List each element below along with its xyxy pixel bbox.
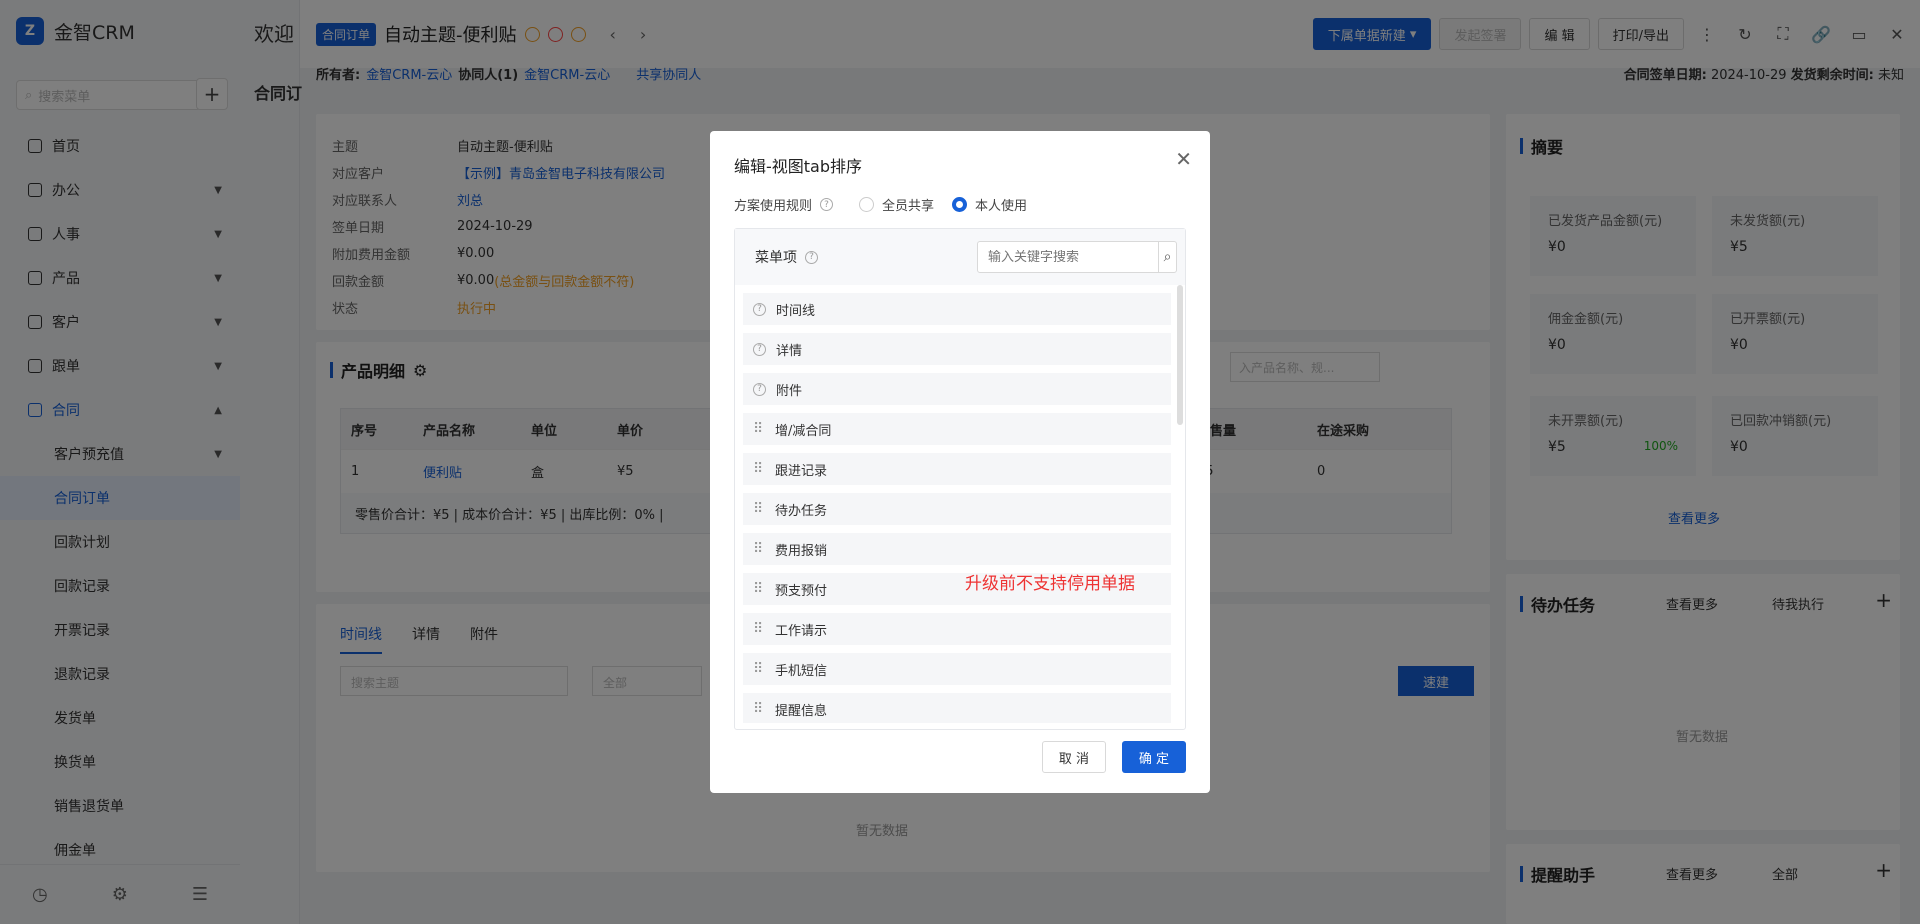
list-item-fixed: ? 详情 [743,333,1171,365]
menu-items-box: 菜单项 ? ⌕ ? 时间线 ? 详情 ? 附件 ⠿ 增/减合同 ⠿ 跟进记录 ⠿ 待办任务 … [734,228,1186,730]
menu-item-label: 预支预付 [775,583,828,599]
help-icon: ? [753,342,766,356]
app: Z 金智CRM ⌕搜索菜单 + 首页 办公▼ 人事▼ 产品▼ 客户▼ 跟单▼ 合… [0,0,1920,924]
list-item-fixed: ? 附件 [743,373,1171,405]
tab-sort-modal: 编辑-视图tab排序 ✕ 方案使用规则 ? 全员共享 本人使用 菜单项 ? ⌕ … [710,131,1210,793]
menu-item-label: 详情 [776,343,803,359]
drag-handle-icon[interactable]: ⠿ [753,501,765,517]
help-icon: ? [820,198,834,211]
cancel-button[interactable]: 取 消 [1042,741,1106,773]
radio-self-use-label[interactable]: 本人使用 [975,195,1027,214]
menu-item-label: 时间线 [776,303,816,319]
drag-handle-icon[interactable]: ⠿ [753,661,765,677]
confirm-button[interactable]: 确 定 [1122,741,1186,773]
list-item-fixed: ? 时间线 [743,293,1171,325]
list-item[interactable]: ⠿ 跟进记录 [743,453,1171,485]
drag-handle-icon[interactable]: ⠿ [753,621,765,637]
list-item[interactable]: ⠿ 费用报销 [743,533,1171,565]
menu-item-label: 跟进记录 [775,463,828,479]
menu-scrollbar[interactable] [1177,285,1183,425]
warning-text: 升级前不支持停用单据 [965,574,1135,594]
usage-rule-row: 方案使用规则 ? 全员共享 本人使用 [734,195,1027,214]
menu-list: ? 时间线 ? 详情 ? 附件 ⠿ 增/减合同 ⠿ 跟进记录 ⠿ 待办任务 ⠿ 费用报销 ⠿ 预… [743,293,1171,723]
radio-all-share-label[interactable]: 全员共享 [882,195,934,214]
list-item[interactable]: ⠿ 手机短信 [743,653,1171,685]
close-icon[interactable]: ✕ [1175,147,1192,171]
menu-item-label: 工作请示 [775,623,828,639]
menu-item-label: 提醒信息 [775,703,828,719]
menu-item-label: 手机短信 [775,663,828,679]
menu-label: 菜单项 [755,250,797,266]
drag-handle-icon[interactable]: ⠿ [753,581,765,597]
radio-self-use[interactable] [952,197,968,212]
search-icon[interactable]: ⌕ [1158,242,1176,272]
modal-title: 编辑-视图tab排序 [734,157,863,176]
list-item[interactable]: ⠿ 工作请示 [743,613,1171,645]
menu-item-label: 附件 [776,383,803,399]
usage-rule-label: 方案使用规则 [734,199,813,214]
menu-search: ⌕ [977,241,1177,273]
menu-search-input[interactable] [978,249,1158,265]
help-icon: ? [753,302,766,316]
menu-item-label: 增/减合同 [775,423,832,439]
help-icon: ? [753,382,766,396]
drag-handle-icon[interactable]: ⠿ [753,461,765,477]
drag-handle-icon[interactable]: ⠿ [753,701,765,717]
drag-handle-icon[interactable]: ⠿ [753,541,765,557]
menu-header: 菜单项 ? ⌕ [735,229,1185,285]
menu-item-label: 待办任务 [775,503,828,519]
radio-all-share[interactable] [859,197,875,212]
list-item[interactable]: ⠿ 待办任务 [743,493,1171,525]
list-item[interactable]: ⠿ 增/减合同 [743,413,1171,445]
drag-handle-icon[interactable]: ⠿ [753,421,765,437]
help-icon: ? [805,250,818,264]
list-item[interactable]: ⠿ 提醒信息 [743,693,1171,723]
menu-item-label: 费用报销 [775,543,828,559]
